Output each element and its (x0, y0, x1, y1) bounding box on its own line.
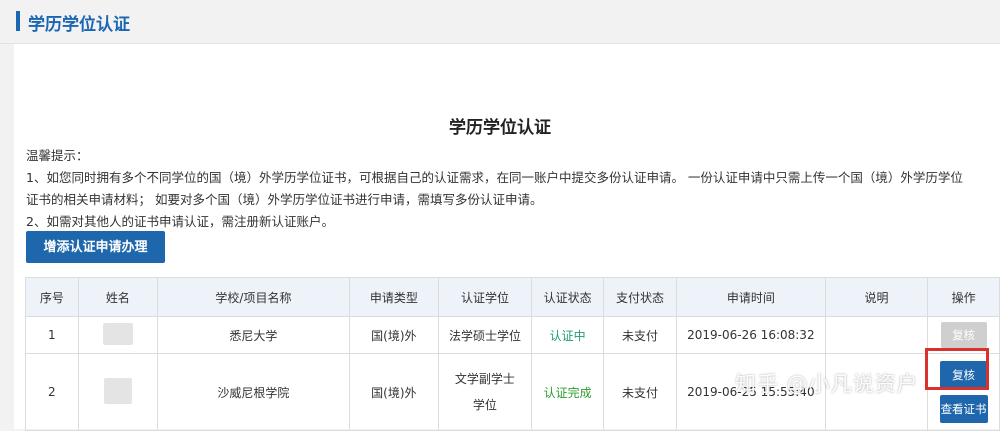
blurred-name (103, 377, 132, 404)
row-time: 2019-06-26 16:08:32 (675, 316, 826, 354)
highlight-box (925, 348, 989, 390)
row-no: 1 (25, 316, 79, 354)
col-header-type: 申请类型 (348, 277, 440, 317)
view-certificate-button[interactable]: 查看证书 (939, 395, 988, 423)
row-type: 国(境)外 (348, 353, 440, 431)
top-header: 学历学位认证 (0, 0, 1000, 44)
page-title: 学历学位认证 (449, 118, 551, 138)
col-header-status: 认证状态 (530, 277, 605, 317)
blurred-name (102, 322, 133, 345)
watermark-text: 知乎 @小凡说资户 (735, 372, 919, 396)
col-header-note: 说明 (824, 277, 929, 317)
table-row: 1 悉尼大学 国(境)外 法学硕士学位 认证中 未支付 2019-06-26 1… (25, 316, 1000, 354)
col-header-action: 操作 (927, 277, 1000, 317)
tip-line-2: 2、如需对其他人的证书申请认证，需注册新认证账户。 (26, 214, 334, 229)
col-header-degree: 认证学位 (438, 277, 532, 317)
title-accent-bar (16, 11, 20, 31)
row-note (824, 316, 929, 354)
row-school: 悉尼大学 (157, 316, 350, 354)
col-header-no: 序号 (25, 277, 79, 317)
col-header-school: 学校/项目名称 (157, 277, 350, 317)
row-status: 认证完成 (530, 353, 605, 431)
review-button-disabled[interactable]: 复核 (940, 322, 987, 348)
tip-line-1: 1、如您同时拥有多个不同学位的国（境）外学历学位证书，可根据自己的认证需求，在同… (26, 170, 963, 185)
row-type: 国(境)外 (348, 316, 440, 354)
add-application-button[interactable]: 增添认证申请办理 (26, 231, 165, 263)
col-header-name: 姓名 (77, 277, 159, 317)
row-payment: 未支付 (603, 316, 677, 354)
row-no: 2 (25, 353, 79, 431)
tip-heading: 温馨提示： (26, 148, 89, 163)
table-header-row: 序号 姓名 学校/项目名称 申请类型 认证学位 认证状态 支付状态 申请时间 说… (25, 277, 1000, 317)
row-school: 沙威尼根学院 (157, 353, 350, 431)
applications-table: 序号 姓名 学校/项目名称 申请类型 认证学位 认证状态 支付状态 申请时间 说… (25, 277, 1000, 431)
row-degree-text: 文学副学士学位 (454, 372, 515, 412)
col-header-time: 申请时间 (675, 277, 826, 317)
header-title: 学历学位认证 (28, 15, 130, 35)
row-payment: 未支付 (603, 353, 677, 431)
row-degree: 文学副学士学位 (438, 353, 532, 431)
col-header-payment: 支付状态 (603, 277, 677, 317)
row-name-cell (77, 316, 159, 354)
tip-line-1-cont: 证书的相关申请材料； 如要对多个国（境）外学历学位证书进行申请，需填写多份认证申… (26, 192, 543, 207)
row-degree: 法学硕士学位 (438, 316, 532, 354)
row-status: 认证中 (530, 316, 605, 354)
row-name-cell (77, 353, 159, 431)
